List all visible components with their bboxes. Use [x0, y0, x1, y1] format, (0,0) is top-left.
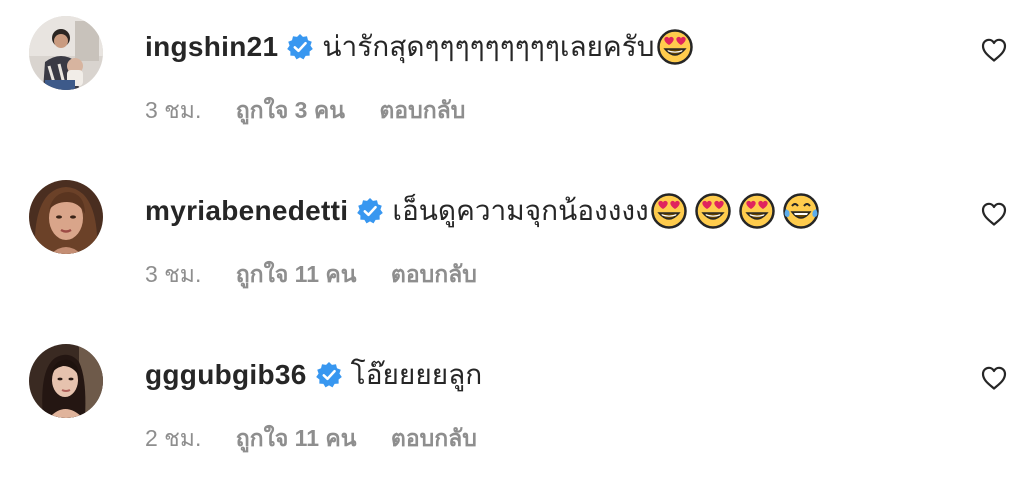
comment-line: myriabenedetti เอ็นดูความจุกน้องงงง	[145, 186, 819, 236]
comment-item: myriabenedetti เอ็นดูความจุกน้องงงง 3 ชม…	[0, 178, 1023, 328]
comment-meta: 3 ชม. ถูกใจ 3 คน ตอบกลับ	[145, 92, 465, 128]
comment-meta: 3 ชม. ถูกใจ 11 คน ตอบกลับ	[145, 256, 477, 292]
avatar[interactable]	[29, 180, 103, 254]
likes-count-button[interactable]: ถูกใจ 11 คน	[236, 425, 357, 451]
likes-count-button[interactable]: ถูกใจ 3 คน	[236, 97, 345, 123]
username[interactable]: myriabenedetti	[145, 186, 348, 236]
heart-eyes-emoji-icon	[657, 29, 693, 65]
tears-of-joy-emoji-icon	[783, 193, 819, 229]
comment-text: น่ารักสุดๆๆๆๆๆๆๆๆๆเลยครับ	[322, 31, 655, 62]
reply-button[interactable]: ตอบกลับ	[391, 261, 477, 287]
comment-text: โอ๊ยยยยลูก	[350, 359, 483, 390]
avatar[interactable]	[29, 16, 103, 90]
heart-eyes-emoji-icon	[695, 193, 731, 229]
verified-badge-icon	[356, 197, 384, 225]
heart-outline-icon[interactable]	[980, 36, 1008, 64]
comment-time[interactable]: 2 ชม.	[145, 425, 201, 451]
heart-outline-icon[interactable]	[980, 364, 1008, 392]
avatar[interactable]	[29, 344, 103, 418]
comment-meta: 2 ชม. ถูกใจ 11 คน ตอบกลับ	[145, 420, 477, 456]
likes-count-button[interactable]: ถูกใจ 11 คน	[236, 261, 357, 287]
comment-item: gggubgib36 โอ๊ยยยยลูก 2 ชม. ถูกใจ 11 คน …	[0, 342, 1023, 492]
username[interactable]: ingshin21	[145, 22, 278, 72]
comment-line: ingshin21 น่ารักสุดๆๆๆๆๆๆๆๆๆเลยครับ	[145, 22, 693, 72]
reply-button[interactable]: ตอบกลับ	[391, 425, 477, 451]
verified-badge-icon	[286, 33, 314, 61]
comment-line: gggubgib36 โอ๊ยยยยลูก	[145, 350, 482, 400]
comment-text: เอ็นดูความจุกน้องงงง	[392, 195, 649, 226]
comment-item: ingshin21 น่ารักสุดๆๆๆๆๆๆๆๆๆเลยครับ 3 ชม…	[0, 14, 1023, 164]
reply-button[interactable]: ตอบกลับ	[379, 97, 465, 123]
heart-eyes-emoji-icon	[739, 193, 775, 229]
comment-time[interactable]: 3 ชม.	[145, 97, 201, 123]
heart-outline-icon[interactable]	[980, 200, 1008, 228]
verified-badge-icon	[315, 361, 343, 389]
comment-time[interactable]: 3 ชม.	[145, 261, 201, 287]
username[interactable]: gggubgib36	[145, 350, 307, 400]
heart-eyes-emoji-icon	[651, 193, 687, 229]
